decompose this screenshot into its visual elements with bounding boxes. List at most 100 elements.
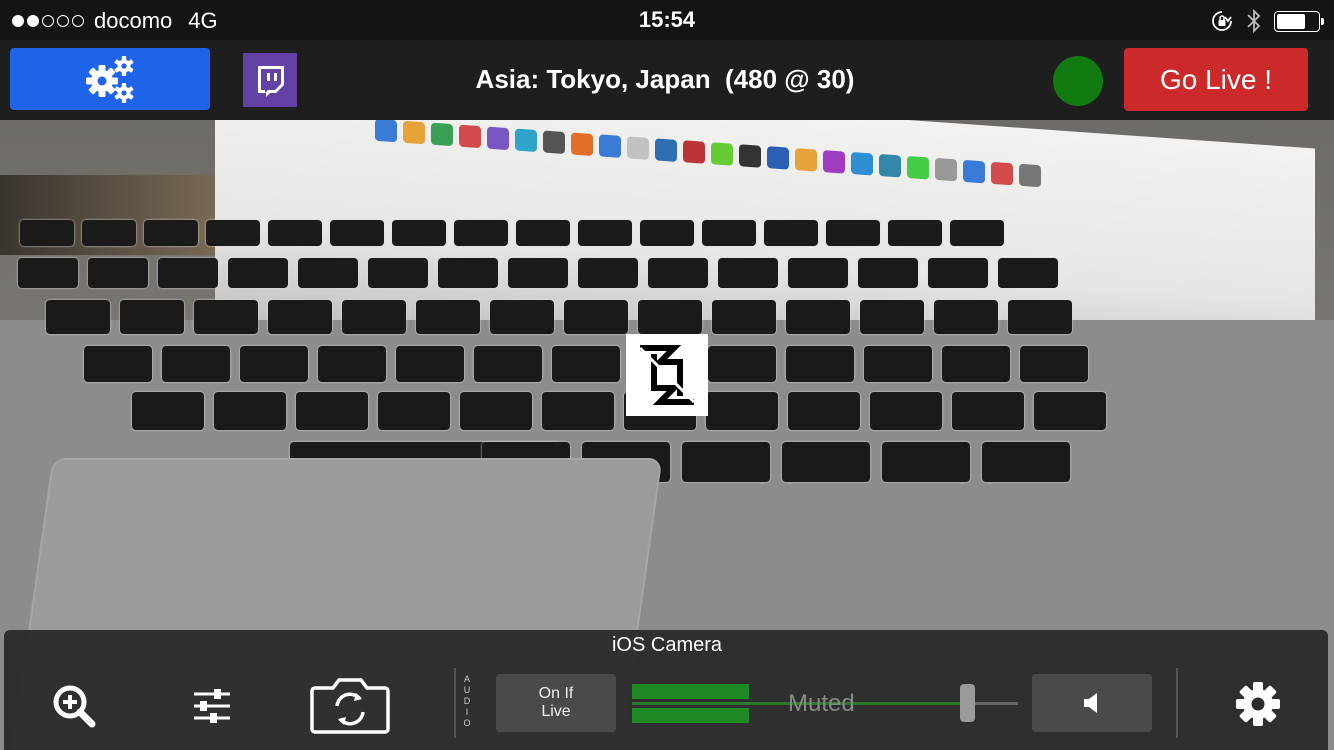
keyboard-key <box>934 300 998 334</box>
keyboard-key <box>718 258 778 288</box>
panel-divider <box>454 668 456 738</box>
keyboard-key <box>20 220 74 246</box>
keyboard-key <box>474 346 542 382</box>
keyboard-key <box>712 300 776 334</box>
zoom-in-icon <box>53 685 96 728</box>
keyboard-key <box>882 442 970 482</box>
keyboard-key <box>552 346 620 382</box>
keyboard-key <box>84 346 152 382</box>
carrier-name: docomo <box>94 8 173 33</box>
keyboard-key <box>214 392 286 430</box>
keyboard-key <box>578 220 632 246</box>
signal-strength-icon <box>12 15 84 27</box>
keyboard-key <box>950 220 1004 246</box>
keyboard-key <box>460 392 532 430</box>
switch-camera-button[interactable] <box>308 674 392 736</box>
keyboard-key <box>788 392 860 430</box>
audio-section-label: A U D I O <box>462 674 472 729</box>
keyboard-key <box>454 220 508 246</box>
gears-icon <box>86 56 134 103</box>
zoom-button[interactable] <box>48 680 100 732</box>
keyboard-key <box>228 258 288 288</box>
keyboard-key <box>782 442 870 482</box>
volume-slider-thumb[interactable] <box>960 684 975 722</box>
keyboard-key <box>638 300 702 334</box>
keyboard-key <box>1008 300 1072 334</box>
keyboard-key <box>542 392 614 430</box>
keyboard-key <box>708 346 776 382</box>
orientation-lock-icon <box>1212 11 1232 31</box>
camera-switch-icon <box>310 678 390 734</box>
go-live-button[interactable]: Go Live ! <box>1124 48 1308 111</box>
keyboard-key <box>268 300 332 334</box>
status-bar-right <box>1210 8 1324 34</box>
keyboard-key <box>870 392 942 430</box>
volume-status-label: Muted <box>788 690 855 717</box>
keyboard-key <box>706 392 778 430</box>
top-toolbar: Asia: Tokyo, Japan (480 @ 30) Go Live ! <box>0 40 1334 120</box>
camera-settings-button[interactable] <box>1232 678 1284 730</box>
keyboard-key <box>508 258 568 288</box>
keyboard-key <box>888 220 942 246</box>
audio-label-letter: A <box>463 674 470 684</box>
keyboard-key <box>858 258 918 288</box>
gear-icon <box>1236 682 1280 726</box>
bluetooth-icon <box>1247 8 1261 34</box>
keyboard-key <box>296 392 368 430</box>
audio-mode-line1: On If <box>538 685 574 702</box>
stream-settings-button[interactable] <box>10 48 210 110</box>
keyboard-key <box>132 392 204 430</box>
keyboard-key <box>788 258 848 288</box>
keyboard-key <box>564 300 628 334</box>
status-bar-left: docomo 4G <box>12 8 218 34</box>
keyboard-key <box>396 346 464 382</box>
speaker-button[interactable] <box>1032 674 1152 732</box>
keyboard-key <box>162 346 230 382</box>
keyboard-key <box>1034 392 1106 430</box>
audio-label-letter: D <box>463 696 471 706</box>
keyboard-key <box>952 392 1024 430</box>
network-type: 4G <box>188 8 218 33</box>
keyboard-key <box>864 346 932 382</box>
keyboard-key <box>392 220 446 246</box>
battery-icon <box>1274 10 1324 32</box>
audio-label-letter: O <box>463 718 471 728</box>
server-title[interactable]: Asia: Tokyo, Japan (480 @ 30) <box>300 64 1030 95</box>
audio-mode-line2: Live <box>541 703 571 720</box>
keyboard-key <box>194 300 258 334</box>
refocus-icon[interactable] <box>626 334 708 416</box>
adjustments-button[interactable] <box>186 680 238 732</box>
audio-mode-button[interactable]: On If Live <box>496 674 616 732</box>
audio-level-meter-left <box>632 684 749 699</box>
keyboard-key <box>438 258 498 288</box>
keyboard-key <box>764 220 818 246</box>
keyboard-key <box>786 346 854 382</box>
keyboard-key <box>516 220 570 246</box>
keyboard-key <box>826 220 880 246</box>
keyboard-key <box>240 346 308 382</box>
audio-level-meter-right <box>632 708 749 723</box>
sliders-icon <box>194 689 230 723</box>
keyboard-key <box>46 300 110 334</box>
twitch-button[interactable] <box>243 53 297 107</box>
keyboard-key <box>268 220 322 246</box>
keyboard-key <box>82 220 136 246</box>
keyboard-key <box>1020 346 1088 382</box>
speaker-icon <box>1084 693 1097 713</box>
keyboard-key <box>368 258 428 288</box>
audio-label-letter: U <box>463 685 471 695</box>
keyboard-key <box>88 258 148 288</box>
panel-divider <box>1176 668 1178 738</box>
keyboard-key <box>416 300 480 334</box>
twitch-icon <box>258 66 284 97</box>
keyboard-key <box>998 258 1058 288</box>
keyboard-key <box>786 300 850 334</box>
keyboard-key <box>378 392 450 430</box>
keyboard-key <box>330 220 384 246</box>
keyboard-key <box>942 346 1010 382</box>
status-bar: docomo 4G 15:54 <box>0 0 1334 40</box>
keyboard-key <box>18 258 78 288</box>
keyboard-key <box>982 442 1070 482</box>
keyboard-key <box>640 220 694 246</box>
keyboard-key <box>206 220 260 246</box>
